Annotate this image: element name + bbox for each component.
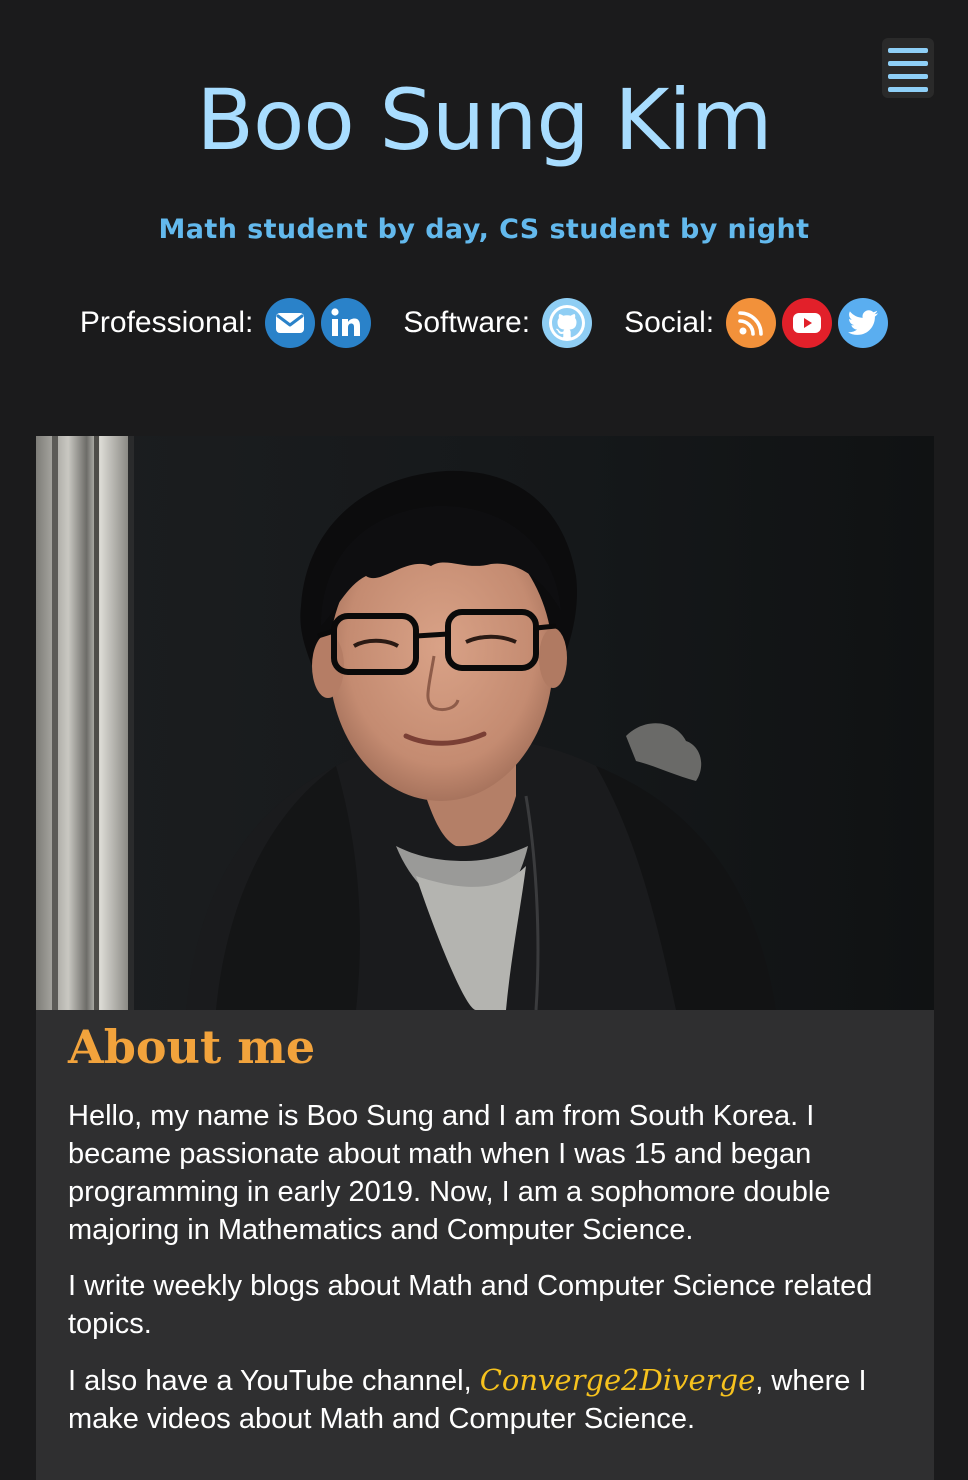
profile-photo [36, 436, 934, 1010]
site-tagline: Math student by day, CS student by night [158, 214, 810, 245]
about-paragraph-youtube: I also have a YouTube channel, Converge2… [68, 1361, 902, 1438]
software-links: Software: [403, 298, 593, 348]
youtube-text-before: I also have a YouTube channel, [68, 1365, 480, 1398]
github-link[interactable] [542, 298, 593, 348]
twitter-icon [848, 310, 879, 335]
software-label: Software: [403, 306, 531, 339]
professional-label: Professional: [79, 306, 254, 339]
rss-icon [738, 311, 763, 336]
youtube-channel-link[interactable]: Converge2Diverge [480, 1363, 756, 1397]
youtube-link[interactable] [782, 298, 833, 348]
linkedin-icon [331, 308, 361, 336]
about-paragraph-intro: Hello, my name is Boo Sung and I am from… [68, 1100, 831, 1247]
social-links-row: Professional: Software: Social: [0, 296, 968, 350]
twitter-link[interactable] [838, 298, 889, 348]
email-icon [276, 313, 305, 333]
rss-link[interactable] [726, 298, 777, 348]
about-heading: About me [68, 1020, 316, 1074]
professional-links: Professional: [79, 298, 372, 348]
site-title: Boo Sung Kim [196, 71, 772, 169]
about-section: About me Hello, my name is Boo Sung and … [36, 1010, 934, 1480]
social-media-links: Social: [624, 298, 889, 348]
social-label: Social: [624, 306, 715, 339]
profile-photo-image [36, 436, 934, 1010]
youtube-icon [793, 313, 822, 333]
linkedin-link[interactable] [321, 298, 372, 348]
github-icon [549, 305, 586, 341]
about-paragraph-blogs: I write weekly blogs about Math and Comp… [68, 1270, 873, 1341]
email-link[interactable] [265, 298, 316, 348]
